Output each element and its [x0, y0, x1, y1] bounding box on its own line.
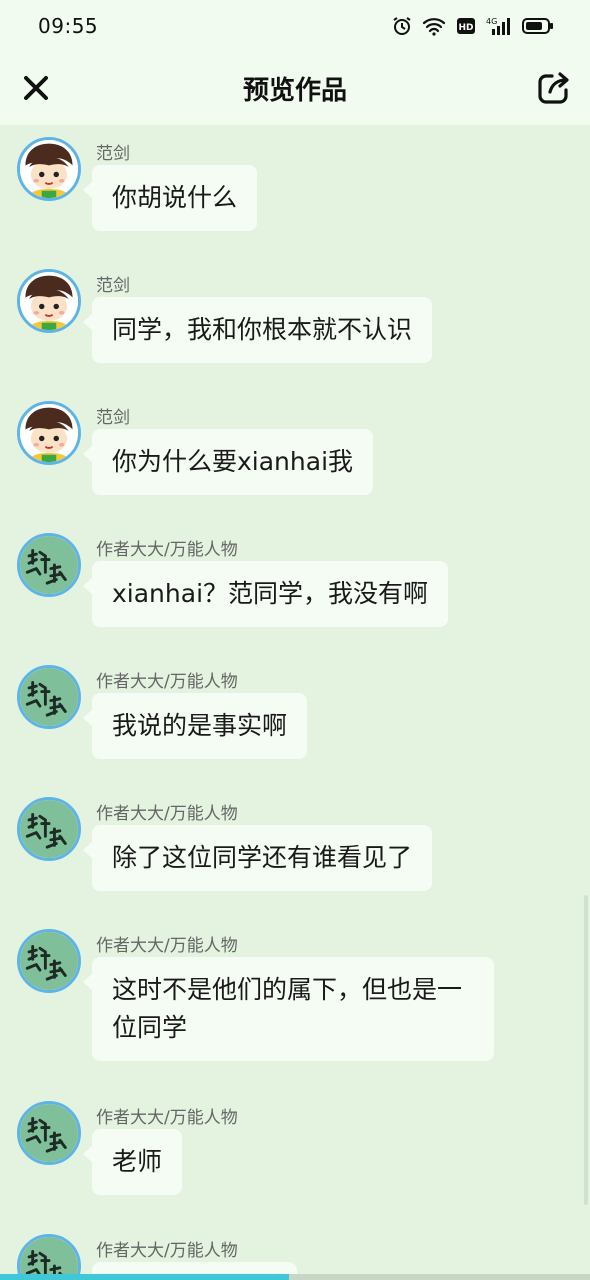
- sender-name: 作者大大/万能人物: [96, 672, 238, 692]
- calligraphy-avatar[interactable]: [17, 929, 81, 993]
- sender-name: 作者大大/万能人物: [96, 1241, 238, 1261]
- boy-avatar[interactable]: [17, 401, 81, 465]
- message-bubble[interactable]: 除了这位同学还有谁看见了: [82, 825, 433, 891]
- status-bar: 09:55 HD 4G: [0, 0, 590, 52]
- message-bubble[interactable]: 这时不是他们的属下，但也是一位同学: [83, 957, 494, 1061]
- top-bar: 预览作品: [0, 52, 590, 125]
- page-title: 预览作品: [242, 76, 347, 106]
- calligraphy-avatar[interactable]: [17, 1101, 81, 1165]
- svg-text:HD: HD: [458, 23, 473, 33]
- calligraphy-avatar[interactable]: [17, 533, 81, 597]
- sender-name: 范剑: [96, 408, 130, 428]
- boy-avatar[interactable]: [17, 137, 81, 201]
- message-bubble[interactable]: 同学，我和你根本就不认识: [82, 297, 433, 363]
- network-type-text: 4G: [486, 17, 497, 26]
- boy-avatar[interactable]: [17, 269, 81, 333]
- message-bubble[interactable]: 老师: [82, 1129, 183, 1195]
- sender-name: 作者大大/万能人物: [96, 804, 238, 824]
- calligraphy-avatar[interactable]: [17, 665, 81, 729]
- message-bubble[interactable]: 你为什么要xianhai我: [82, 429, 374, 495]
- playback-progress-fill: [0, 1274, 290, 1280]
- sender-name: 范剑: [96, 144, 130, 164]
- share-icon[interactable]: [536, 70, 572, 106]
- message-bubble[interactable]: 你胡说什么: [82, 165, 258, 231]
- playback-progress-bar[interactable]: [0, 1274, 590, 1280]
- scrollbar[interactable]: [584, 895, 588, 1205]
- chat-list[interactable]: 范剑 你胡说什么 范剑 同学，我和你根本就不认识 范剑 你为什么要xianhai…: [0, 125, 590, 1280]
- hd-icon: HD: [457, 18, 475, 34]
- close-icon[interactable]: [20, 72, 52, 104]
- status-icons: HD 4G: [392, 16, 554, 36]
- alarm-icon: [393, 17, 411, 35]
- message-bubble[interactable]: 我说的是事实啊: [82, 693, 308, 759]
- battery-icon: [522, 18, 553, 34]
- sender-name: 作者大大/万能人物: [96, 936, 238, 956]
- status-time: 09:55: [38, 14, 99, 38]
- cellular-signal-icon: 4G: [486, 17, 510, 35]
- sender-name: 范剑: [96, 276, 130, 296]
- sender-name: 作者大大/万能人物: [96, 1108, 238, 1128]
- calligraphy-avatar[interactable]: [17, 797, 81, 861]
- message-bubble[interactable]: xianhai？范同学，我没有啊: [82, 561, 449, 627]
- sender-name: 作者大大/万能人物: [96, 540, 238, 560]
- wifi-icon: [422, 18, 446, 36]
